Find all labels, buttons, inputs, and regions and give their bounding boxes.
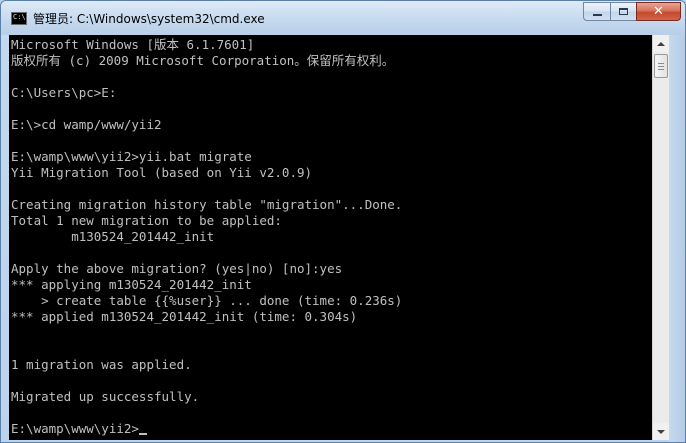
console-line: Yii Migration Tool (based on Yii v2.0.9) [11,165,313,180]
console-line: Microsoft Windows [版本 6.1.7601] [11,37,255,52]
console-line: > create table {{%user}} ... done (time:… [11,293,403,308]
title-bar[interactable]: C:\ 管理员: C:\Windows\system32\cmd.exe ✕ [1,1,685,35]
maximize-button[interactable] [610,2,636,21]
vertical-scrollbar[interactable] [652,35,669,440]
window-frame-right [669,35,685,442]
console-line: E:\wamp\www\yii2>yii.bat migrate [11,149,252,164]
caption-buttons: ✕ [583,2,681,22]
console-line: 版权所有 (c) 2009 Microsoft Corporation。保留所有… [11,53,395,68]
cmd-window: C:\ 管理员: C:\Windows\system32\cmd.exe ✕ M… [0,0,686,443]
close-icon: ✕ [653,4,664,19]
scroll-down-button[interactable] [653,423,669,440]
console-lines: Microsoft Windows [版本 6.1.7601] 版权所有 (c) … [11,37,402,437]
close-button[interactable]: ✕ [636,2,681,21]
maximize-icon [619,8,628,15]
arrow-up-icon [657,41,665,46]
console-line: Migrated up successfully. [11,389,200,404]
grip-line [658,63,664,64]
console-line: *** applying m130524_201442_init [11,277,252,292]
console-line: Total 1 new migration to be applied: [11,213,282,228]
scroll-thumb[interactable] [654,54,668,78]
console-line: C:\Users\pc>E: [11,85,117,100]
arrow-down-icon [657,429,665,434]
console-line: E:\wamp\www\yii2> [11,421,402,437]
minimize-icon [592,13,602,16]
cmd-app-icon[interactable]: C:\ [11,12,27,25]
console-line: Apply the above migration? (yes|no) [no]… [11,261,343,276]
cmd-icon-glyph: C:\ [13,13,26,21]
text-cursor [138,433,147,435]
console-line: Creating migration history table "migrat… [11,197,403,212]
grip-line [658,69,664,70]
minimize-button[interactable] [583,2,610,21]
console-line: E:\>cd wamp/www/yii2 [11,117,162,132]
window-title: 管理员: C:\Windows\system32\cmd.exe [33,12,265,26]
console-line: m130524_201442_init [11,229,215,244]
console-line: *** applied m130524_201442_init (time: 0… [11,309,358,324]
scroll-up-button[interactable] [653,35,669,52]
console-output[interactable]: Microsoft Windows [版本 6.1.7601] 版权所有 (c) … [9,35,652,440]
console-line: 1 migration was applied. [11,357,192,372]
grip-line [658,66,664,67]
